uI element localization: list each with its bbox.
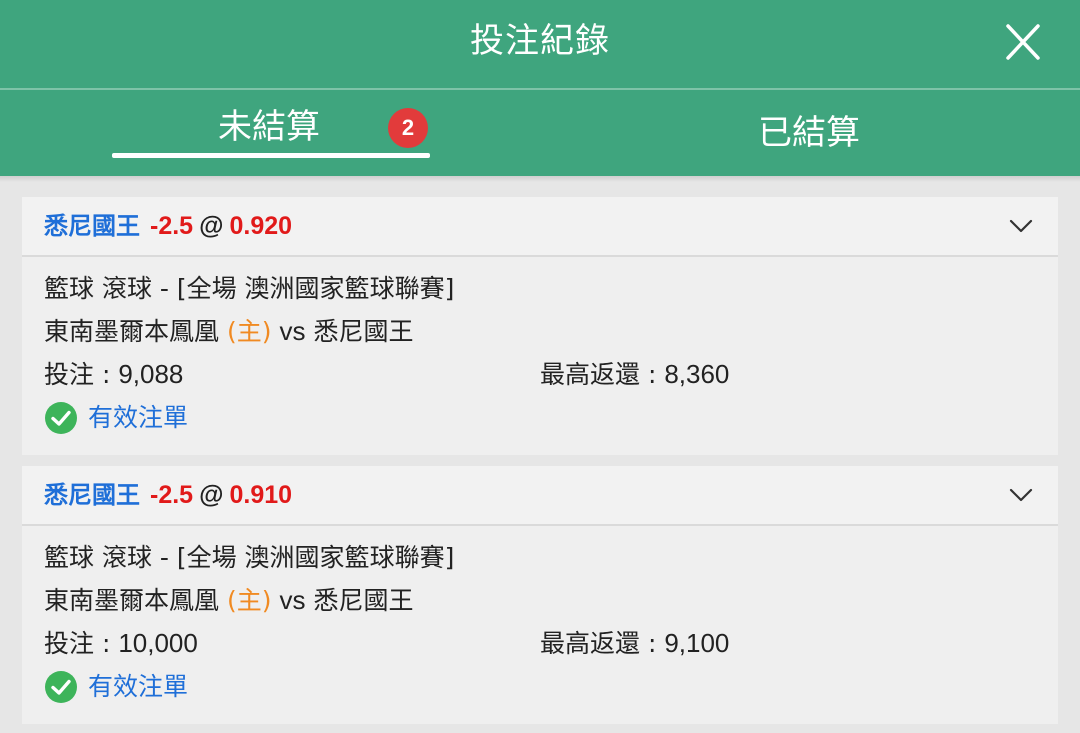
bet-market: 籃球 滾球 - [全場 澳洲國家籃球聯賽]: [44, 543, 455, 572]
unsettled-count-badge: 2: [388, 108, 428, 148]
bet-selection: 悉尼國王 -2.5 @0.920: [44, 209, 292, 243]
chevron-down-icon[interactable]: [1008, 484, 1034, 506]
home-team: 東南墨爾本鳳凰: [44, 586, 220, 615]
bet-team: 悉尼國王: [44, 481, 140, 509]
bet-card-header[interactable]: 悉尼國王 -2.5 @0.910: [22, 466, 1058, 526]
bet-stake: 投注 : 9,088: [44, 356, 183, 393]
bet-card-header[interactable]: 悉尼國王 -2.5 @0.920: [22, 197, 1058, 257]
bet-odds: 0.910: [229, 481, 293, 509]
tab-settled-label: 已結算: [758, 113, 860, 153]
home-team: 東南墨爾本鳳凰: [44, 317, 220, 346]
bet-card-body: 籃球 滾球 - [全場 澳洲國家籃球聯賽] 東南墨爾本鳳凰 (主) vs 悉尼國王 …: [22, 526, 1058, 722]
home-tag: (主): [227, 586, 272, 615]
bet-stake: 投注 : 10,000: [44, 625, 198, 662]
bet-max-return: 最高返還 : 9,100: [540, 625, 729, 662]
bet-card-body: 籃球 滾球 - [全場 澳洲國家籃球聯賽] 東南墨爾本鳳凰 (主) vs 悉尼國王 …: [22, 257, 1058, 453]
bet-card: 悉尼國王 -2.5 @0.910 籃球 滾球 - [全場 澳洲國家籃球聯賽] 東南墨…: [22, 466, 1058, 724]
tab-settled[interactable]: 已結算: [700, 90, 920, 176]
bet-card: 悉尼國王 -2.5 @0.920 籃球 滾球 - [全場 澳洲國家籃球聯賽] 東南墨…: [22, 197, 1058, 455]
bet-selection: 悉尼國王 -2.5 @0.910: [44, 478, 292, 512]
status-label: 有效注單: [88, 672, 189, 701]
max-return-value: 8,360: [664, 359, 730, 389]
bet-handicap: -2.5: [150, 212, 194, 240]
bet-max-return: 最高返還 : 8,360: [540, 356, 729, 393]
tab-bar: 未結算 2 已結算: [0, 90, 1080, 176]
close-icon[interactable]: [996, 16, 1050, 70]
tab-shadow: [0, 176, 1080, 182]
stake-label: 投注 :: [44, 629, 119, 658]
bet-market: 籃球 滾球 - [全場 澳洲國家籃球聯賽]: [44, 274, 455, 303]
bet-odds: 0.920: [229, 212, 293, 240]
status-label: 有效注單: [88, 403, 189, 432]
bet-status: 有效注單: [44, 669, 188, 705]
bet-status: 有效注單: [44, 400, 188, 436]
stake-value: 10,000: [118, 628, 198, 658]
max-return-label: 最高返還 :: [540, 360, 665, 389]
tab-unsettled-label: 未結算: [218, 107, 320, 147]
active-tab-indicator: [112, 153, 430, 158]
bet-handicap: -2.5: [150, 481, 194, 509]
max-return-value: 9,100: [664, 628, 730, 658]
header-bar: 投注紀錄: [0, 0, 1080, 88]
away-team: 悉尼國王: [313, 317, 414, 346]
page-title: 投注紀錄: [470, 21, 610, 61]
check-circle-icon: [45, 402, 77, 434]
bet-at: @: [199, 481, 224, 509]
chevron-down-icon[interactable]: [1008, 215, 1034, 237]
bet-team: 悉尼國王: [44, 212, 140, 240]
away-team: 悉尼國王: [313, 586, 414, 615]
max-return-label: 最高返還 :: [540, 629, 665, 658]
bet-match: 東南墨爾本鳳凰 (主) vs 悉尼國王: [44, 313, 414, 350]
stake-label: 投注 :: [44, 360, 119, 389]
stake-value: 9,088: [118, 359, 184, 389]
bet-match: 東南墨爾本鳳凰 (主) vs 悉尼國王: [44, 582, 414, 619]
check-circle-icon: [45, 671, 77, 703]
tab-unsettled[interactable]: 未結算 2: [112, 90, 430, 176]
vs-label: vs: [279, 585, 306, 615]
vs-label: vs: [279, 316, 306, 346]
bet-at: @: [199, 212, 224, 240]
home-tag: (主): [227, 317, 272, 346]
